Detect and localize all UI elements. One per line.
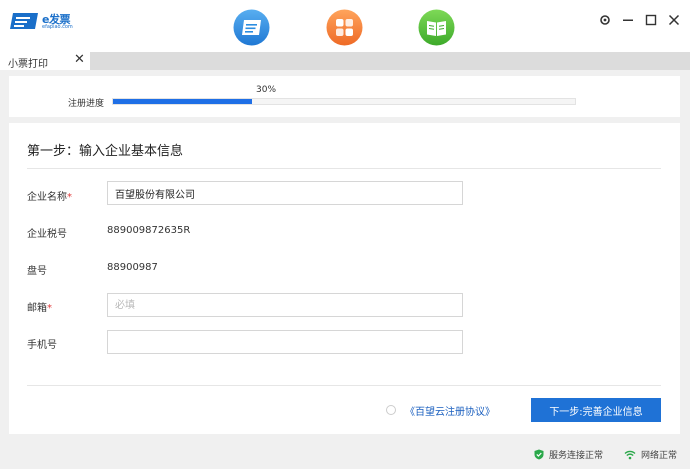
close-icon	[668, 14, 680, 26]
efapiao-logo-icon	[10, 13, 38, 29]
disk-number-value: 88900987	[107, 262, 158, 273]
tab-close-icon[interactable]: ✕	[74, 53, 85, 67]
maximize-icon	[645, 14, 657, 26]
invoice-app-button[interactable]	[233, 9, 270, 46]
tab-bar: 小票打印 ✕	[0, 52, 690, 70]
apps-grid-icon	[326, 9, 363, 46]
settings-icon	[600, 15, 610, 25]
minimize-button[interactable]	[620, 12, 636, 28]
book-icon	[418, 9, 455, 46]
agreement-radio[interactable]	[386, 405, 396, 415]
progress-bar	[112, 98, 576, 105]
minimize-icon	[623, 19, 633, 21]
company-info-form: 第一步：输入企业基本信息 企业名称* 企业税号 889009872635R 盘号…	[9, 123, 680, 434]
close-window-button[interactable]	[666, 12, 682, 28]
app-logo: e发票 efapiao.com	[9, 10, 79, 34]
next-step-button[interactable]: 下一步:完善企业信息	[531, 398, 661, 422]
network-status: 网络正常	[624, 448, 677, 461]
maximize-button[interactable]	[643, 12, 659, 28]
divider	[27, 385, 661, 386]
tax-number-value: 889009872635R	[107, 225, 191, 236]
company-name-label: 企业名称*	[27, 192, 72, 203]
step-title: 第一步：输入企业基本信息	[27, 144, 184, 159]
service-status: 服务连接正常	[534, 448, 603, 461]
brand-subtitle: efapiao.com	[42, 24, 73, 30]
tab-label: 小票打印	[8, 59, 48, 70]
settings-button[interactable]	[597, 12, 613, 28]
divider	[27, 168, 661, 169]
progress-bar-fill	[113, 99, 252, 104]
progress-percent: 30%	[256, 85, 277, 95]
status-bar: 服务连接正常 网络正常	[0, 440, 690, 469]
title-bar: e发票 efapiao.com	[0, 0, 690, 52]
registration-agreement-link[interactable]: 《百望云注册协议》	[405, 403, 495, 418]
tax-number-label: 企业税号	[27, 229, 67, 240]
disk-number-label: 盘号	[27, 266, 47, 277]
registration-progress-panel: 注册进度 30%	[9, 76, 680, 117]
email-label: 邮箱*	[27, 303, 52, 314]
guide-book-button[interactable]	[418, 9, 455, 46]
wifi-icon	[624, 450, 636, 459]
service-status-text: 服务连接正常	[549, 451, 604, 461]
shield-check-icon	[534, 449, 544, 460]
apps-grid-button[interactable]	[326, 9, 363, 46]
progress-label: 注册进度	[68, 99, 105, 109]
phone-label: 手机号	[27, 340, 57, 351]
tab-receipt-print[interactable]: 小票打印 ✕	[0, 52, 90, 70]
network-status-text: 网络正常	[641, 451, 678, 461]
phone-field[interactable]	[107, 330, 463, 354]
invoice-card-icon	[233, 9, 270, 46]
email-field[interactable]	[107, 293, 463, 317]
company-name-input[interactable]	[107, 181, 463, 205]
